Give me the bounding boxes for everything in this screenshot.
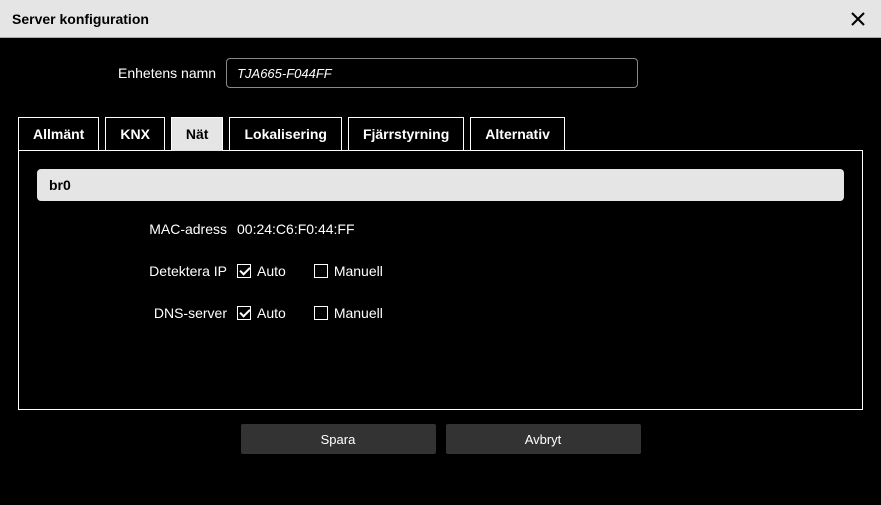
dialog-content: Enhetens namn Allmänt KNX Nät Lokaliseri… [0,38,881,454]
detect-ip-group: Auto Manuell [237,263,844,279]
interface-name: br0 [37,169,844,201]
tab-panel-network: br0 MAC-adress 00:24:C6:F0:44:FF Detekte… [18,150,863,410]
dialog-header: Server konfiguration [0,0,881,38]
device-name-label: Enhetens namn [118,65,216,81]
mac-address-label: MAC-adress [37,221,237,237]
dns-server-manual-label: Manuell [334,305,383,321]
save-button[interactable]: Spara [241,424,436,454]
close-button[interactable] [847,8,869,30]
tab-options[interactable]: Alternativ [470,117,565,151]
tab-localization[interactable]: Lokalisering [229,117,341,151]
dialog-title: Server konfiguration [12,11,149,27]
tab-network[interactable]: Nät [171,117,224,151]
checkbox-icon [314,264,328,278]
detect-ip-manual-label: Manuell [334,263,383,279]
detect-ip-manual[interactable]: Manuell [314,263,383,279]
tab-general[interactable]: Allmänt [18,117,99,151]
device-name-input[interactable] [226,58,638,88]
device-name-row: Enhetens namn [118,58,863,88]
detect-ip-auto-label: Auto [257,263,286,279]
dns-server-group: Auto Manuell [237,305,844,321]
checkbox-icon [237,306,251,320]
tab-knx[interactable]: KNX [105,117,165,151]
dns-server-label: DNS-server [37,305,237,321]
cancel-button[interactable]: Avbryt [446,424,641,454]
detect-ip-label: Detektera IP [37,263,237,279]
detect-ip-auto[interactable]: Auto [237,263,286,279]
tab-bar: Allmänt KNX Nät Lokalisering Fjärrstyrni… [18,116,863,150]
checkbox-icon [314,306,328,320]
dns-server-manual[interactable]: Manuell [314,305,383,321]
dialog-buttons: Spara Avbryt [18,424,863,454]
close-icon [850,11,866,27]
network-fields: MAC-adress 00:24:C6:F0:44:FF Detektera I… [37,221,844,321]
mac-address-value: 00:24:C6:F0:44:FF [237,221,844,237]
dns-server-auto[interactable]: Auto [237,305,286,321]
checkbox-icon [237,264,251,278]
tab-remote[interactable]: Fjärrstyrning [348,117,464,151]
dns-server-auto-label: Auto [257,305,286,321]
